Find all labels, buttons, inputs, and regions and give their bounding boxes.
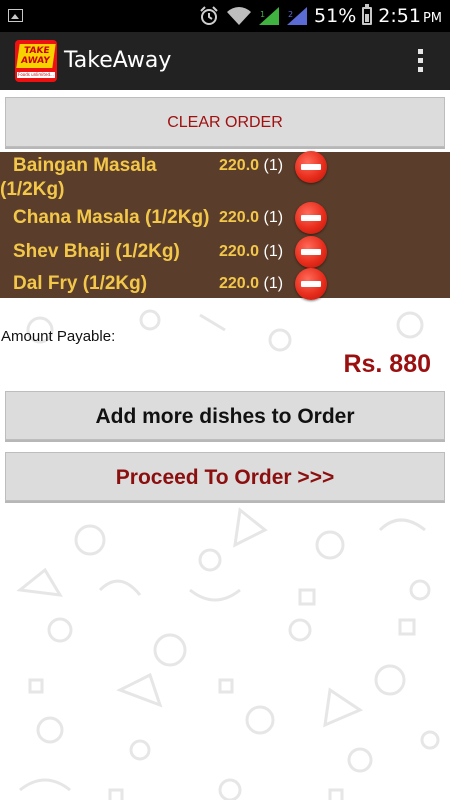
item-name: Dal Fry (1/2Kg) [13,273,148,294]
svg-text:2: 2 [288,10,293,19]
item-qty: (1) [263,275,284,292]
overflow-menu-icon[interactable] [418,49,424,75]
status-bar: 1 2 51% 2:51 PM [0,0,450,32]
clear-order-button[interactable]: CLEAR ORDER [5,97,445,147]
item-qty: (1) [263,209,284,226]
main-content: CLEAR ORDER Baingan Masala (1/2Kg) 220.0… [0,90,450,800]
remove-icon[interactable] [295,151,327,183]
item-name: Shev Bhaji (1/2Kg) [13,241,180,262]
remove-icon[interactable] [295,202,327,234]
item-name-line2: (1/2Kg) [0,179,65,200]
battery-icon [362,4,373,25]
status-right-group: 1 2 51% 2:51 PM [198,0,442,32]
logo-text: TAKE AWAY [16,44,56,68]
order-list: Baingan Masala (1/2Kg) 220.0 (1) Chana M… [0,151,450,300]
signal-icon: 1 [259,7,280,25]
signal-icon-2: 2 [287,7,308,25]
amount-payable-label: Amount Payable: [1,328,116,345]
clock-time: 2:51 PM [378,5,442,27]
item-qty: (1) [263,157,284,174]
item-price: 220.0 (1) [219,238,283,266]
item-price-value: 220.0 [219,209,260,226]
item-price: 220.0 (1) [219,152,283,180]
item-qty: (1) [263,243,284,260]
app-logo: TAKE AWAY Foods unlimited... [15,40,57,82]
item-price: 220.0 (1) [219,204,283,232]
proceed-to-order-button[interactable]: Proceed To Order >>> [5,452,445,501]
battery-percent: 51% [314,5,357,27]
item-price-value: 220.0 [219,275,260,292]
item-price: 220.0 (1) [219,270,283,298]
add-more-dishes-button[interactable]: Add more dishes to Order [5,391,445,440]
logo-tagline: Foods unlimited... [17,72,55,78]
item-price-value: 220.0 [219,157,260,174]
image-icon [8,9,23,22]
clock-time-value: 2:51 [378,5,421,27]
alarm-icon [200,6,218,25]
app-title: TakeAway [64,48,172,73]
item-name: Chana Masala (1/2Kg) [13,207,210,228]
remove-icon[interactable] [295,268,327,300]
item-price-value: 220.0 [219,243,260,260]
app-bar: TAKE AWAY Foods unlimited... TakeAway [0,32,450,90]
svg-text:1: 1 [260,10,265,19]
wifi-icon [227,7,252,25]
clock-ampm: PM [422,11,442,26]
remove-icon[interactable] [295,236,327,268]
amount-payable-value: Rs. 880 [343,350,431,378]
